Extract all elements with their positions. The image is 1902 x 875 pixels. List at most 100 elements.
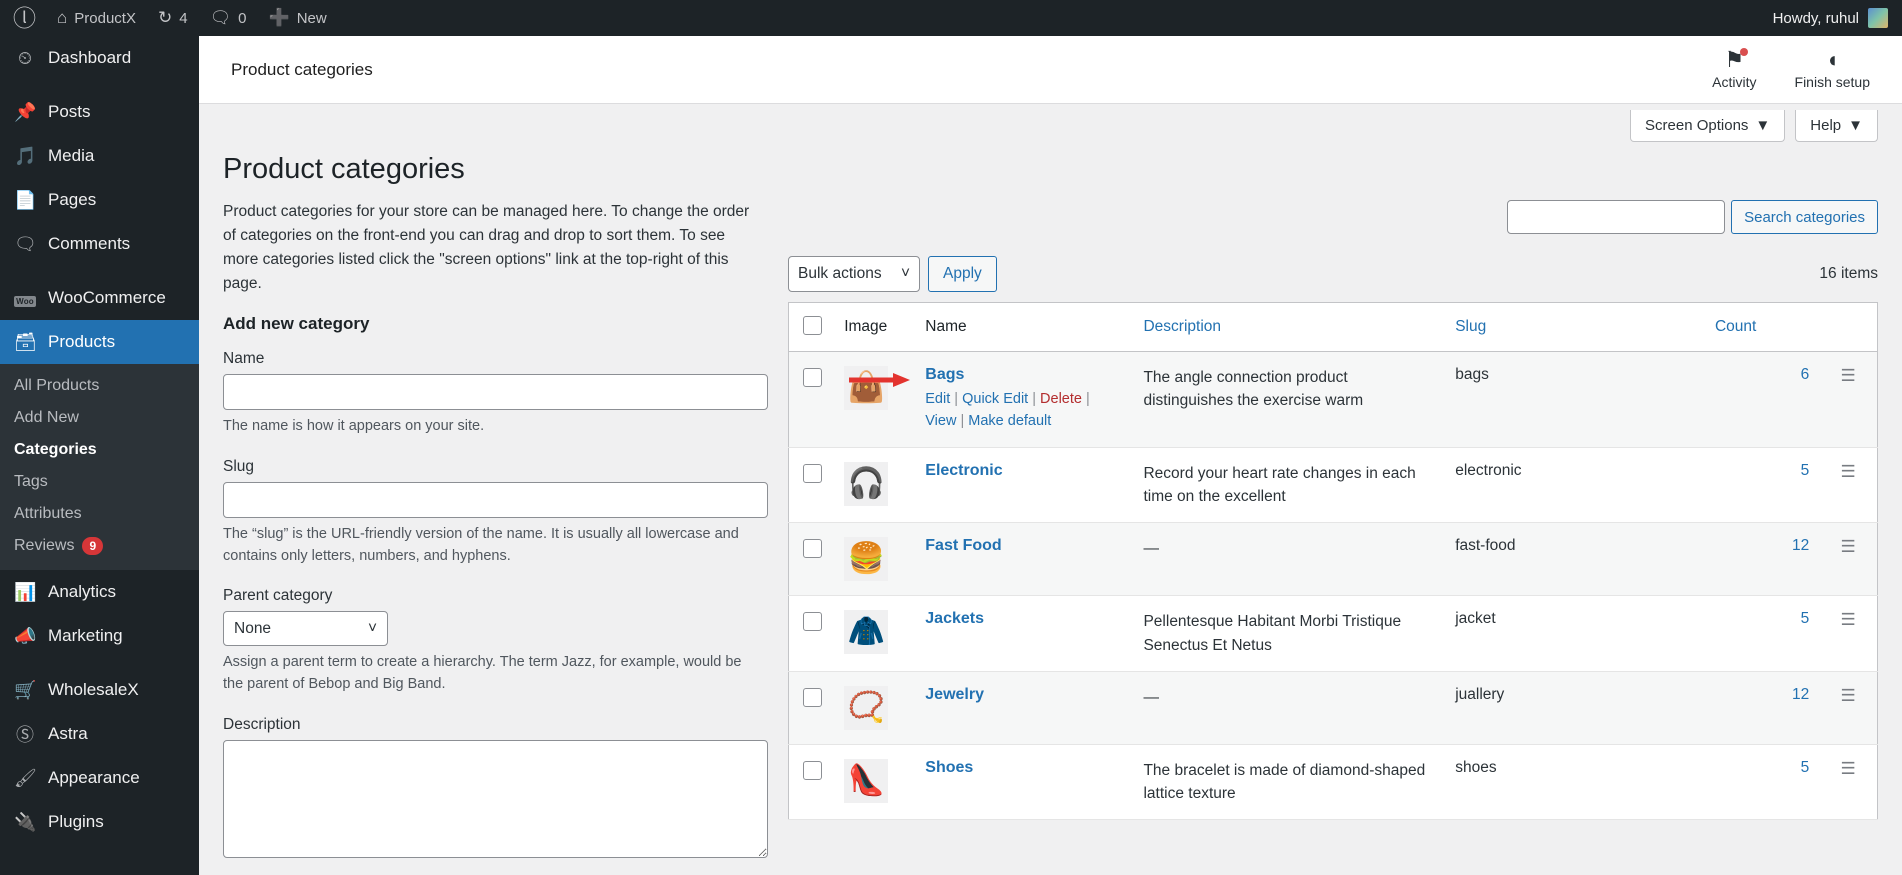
column-slug[interactable]: Slug — [1445, 302, 1705, 352]
sidebar-item-astra[interactable]: Ⓢ Astra — [0, 712, 199, 756]
drag-handle-icon[interactable]: ☰ — [1841, 537, 1856, 556]
column-image: Image — [834, 302, 916, 352]
woocommerce-header: Product categories ⚑ Activity ◖ Finish s… — [199, 36, 1902, 104]
finish-setup-button[interactable]: ◖ Finish setup — [1794, 49, 1870, 91]
submenu-item-all-products[interactable]: All Products — [0, 370, 199, 402]
products-submenu: All Products Add New Categories Tags Att… — [0, 364, 199, 570]
category-thumbnail: 📿 — [844, 685, 889, 730]
adminbar-account[interactable]: Howdy, ruhul — [1773, 8, 1902, 28]
row-checkbox[interactable] — [803, 612, 822, 632]
adminbar-new[interactable]: ➕ New — [258, 0, 338, 36]
select-all-checkbox[interactable] — [803, 316, 822, 335]
parent-category-description: Assign a parent term to create a hierarc… — [223, 654, 742, 693]
sidebar-item-pages[interactable]: 📄 Pages — [0, 178, 199, 222]
parent-category-select[interactable]: None ˅ — [223, 611, 388, 647]
slug-input[interactable] — [223, 481, 768, 518]
row-checkbox[interactable] — [803, 687, 822, 707]
action-separator: | — [954, 391, 959, 407]
row-count-cell: 5 — [1704, 744, 1820, 821]
submenu-item-reviews[interactable]: Reviews 9 — [0, 530, 199, 562]
activity-button[interactable]: ⚑ Activity — [1712, 48, 1757, 90]
search-box: Search categories — [788, 200, 1878, 234]
sidebar-item-wholesalex[interactable]: 🛒 WholesaleX — [0, 668, 199, 712]
search-input[interactable] — [1507, 200, 1726, 234]
category-name-link[interactable]: Bags — [925, 366, 964, 383]
help-button[interactable]: Help ▼ — [1795, 110, 1878, 142]
sidebar-item-analytics[interactable]: 📊 Analytics — [0, 570, 199, 614]
sidebar-item-appearance[interactable]: 🖌 Appearance — [0, 756, 199, 800]
sidebar-item-marketing[interactable]: 📣 Marketing — [0, 614, 199, 658]
row-checkbox[interactable] — [803, 760, 822, 780]
adminbar-site-name[interactable]: ⌂ ProductX — [46, 0, 147, 36]
drag-handle-icon[interactable]: ☰ — [1841, 759, 1856, 778]
search-categories-button[interactable]: Search categories — [1731, 200, 1878, 234]
category-name-link[interactable]: Fast Food — [925, 537, 1001, 554]
sidebar-item-label: Dashboard — [48, 48, 132, 67]
name-input[interactable] — [223, 374, 768, 411]
table-nav-top: Bulk actions ˅ Apply 16 items — [788, 256, 1878, 292]
adminbar-updates[interactable]: ↻ 4 — [147, 0, 199, 36]
count-link[interactable]: 12 — [1792, 537, 1809, 554]
description-textarea[interactable] — [223, 739, 768, 858]
name-description: The name is how it appears on your site. — [223, 418, 485, 435]
count-link[interactable]: 5 — [1801, 759, 1810, 776]
updates-icon: ↻ — [157, 8, 173, 27]
row-handle-cell: ☰ — [1819, 351, 1878, 448]
submenu-item-tags[interactable]: Tags — [0, 466, 199, 498]
category-name-link[interactable]: Electronic — [925, 462, 1002, 479]
pin-icon: 📌 — [14, 101, 37, 122]
edit-link[interactable]: Edit — [925, 391, 950, 407]
count-link[interactable]: 12 — [1792, 686, 1809, 703]
row-name-cell: Jewelry — [915, 671, 1134, 745]
sidebar-item-comments[interactable]: 🗨 Comments — [0, 222, 199, 266]
column-description[interactable]: Description — [1133, 302, 1446, 352]
row-select-cell — [788, 447, 835, 524]
drag-handle-icon[interactable]: ☰ — [1841, 462, 1856, 481]
row-name-cell: Shoes — [915, 744, 1134, 821]
row-checkbox[interactable] — [803, 539, 822, 559]
sidebar-item-woocommerce[interactable]: Woo WooCommerce — [0, 276, 199, 320]
sidebar-item-media[interactable]: 🎵 Media — [0, 134, 199, 178]
count-link[interactable]: 5 — [1801, 610, 1810, 627]
apply-button[interactable]: Apply — [928, 256, 997, 292]
submenu-label: Attributes — [14, 505, 82, 522]
sidebar-item-posts[interactable]: 📌 Posts — [0, 90, 199, 134]
action-separator: | — [1032, 391, 1037, 407]
view-link[interactable]: View — [925, 413, 956, 429]
screen-options-button[interactable]: Screen Options ▼ — [1630, 110, 1786, 142]
drag-handle-icon[interactable]: ☰ — [1841, 366, 1856, 385]
action-separator: | — [1086, 391, 1090, 407]
page-intro-text: Product categories for your store can be… — [223, 203, 750, 293]
row-description-cell: Record your heart rate changes in each t… — [1133, 447, 1446, 524]
chevron-down-icon: ▼ — [1755, 117, 1771, 134]
drag-handle-icon[interactable]: ☰ — [1841, 686, 1856, 705]
row-checkbox[interactable] — [803, 368, 822, 387]
row-count-cell: 5 — [1704, 447, 1820, 524]
submenu-item-attributes[interactable]: Attributes — [0, 498, 199, 530]
quick-edit-link[interactable]: Quick Edit — [962, 391, 1028, 407]
column-name[interactable]: Name — [915, 302, 1134, 352]
table-row: 📿 Jewelry — juallery 12 ☰ — [788, 671, 1878, 745]
submenu-item-categories[interactable]: Categories — [0, 434, 199, 466]
column-count[interactable]: Count — [1704, 302, 1820, 352]
drag-handle-icon[interactable]: ☰ — [1841, 610, 1856, 629]
count-link[interactable]: 6 — [1801, 366, 1810, 383]
finish-setup-label: Finish setup — [1794, 74, 1870, 90]
bulk-actions-select[interactable]: Bulk actions ˅ — [788, 256, 920, 292]
sidebar-item-dashboard[interactable]: ⏲ Dashboard — [0, 36, 199, 80]
adminbar-comments[interactable]: 🗨 0 — [199, 0, 258, 36]
bulk-actions-value: Bulk actions — [798, 265, 882, 282]
count-link[interactable]: 5 — [1801, 462, 1810, 479]
category-name-link[interactable]: Jewelry — [925, 686, 984, 703]
row-actions: Edit | Quick Edit | Delete | View | Make… — [925, 388, 1123, 433]
delete-link[interactable]: Delete — [1040, 391, 1082, 407]
category-name-link[interactable]: Jackets — [925, 610, 984, 627]
make-default-link[interactable]: Make default — [968, 413, 1051, 429]
submenu-item-add-new[interactable]: Add New — [0, 402, 199, 434]
category-name-link[interactable]: Shoes — [925, 759, 973, 776]
row-checkbox[interactable] — [803, 463, 822, 483]
wordpress-logo-icon[interactable]: ⓛ — [0, 6, 46, 30]
sidebar-item-plugins[interactable]: 🔌 Plugins — [0, 800, 199, 844]
sidebar-item-products[interactable]: 🗃 Products — [0, 320, 199, 364]
name-label: Name — [223, 350, 265, 368]
